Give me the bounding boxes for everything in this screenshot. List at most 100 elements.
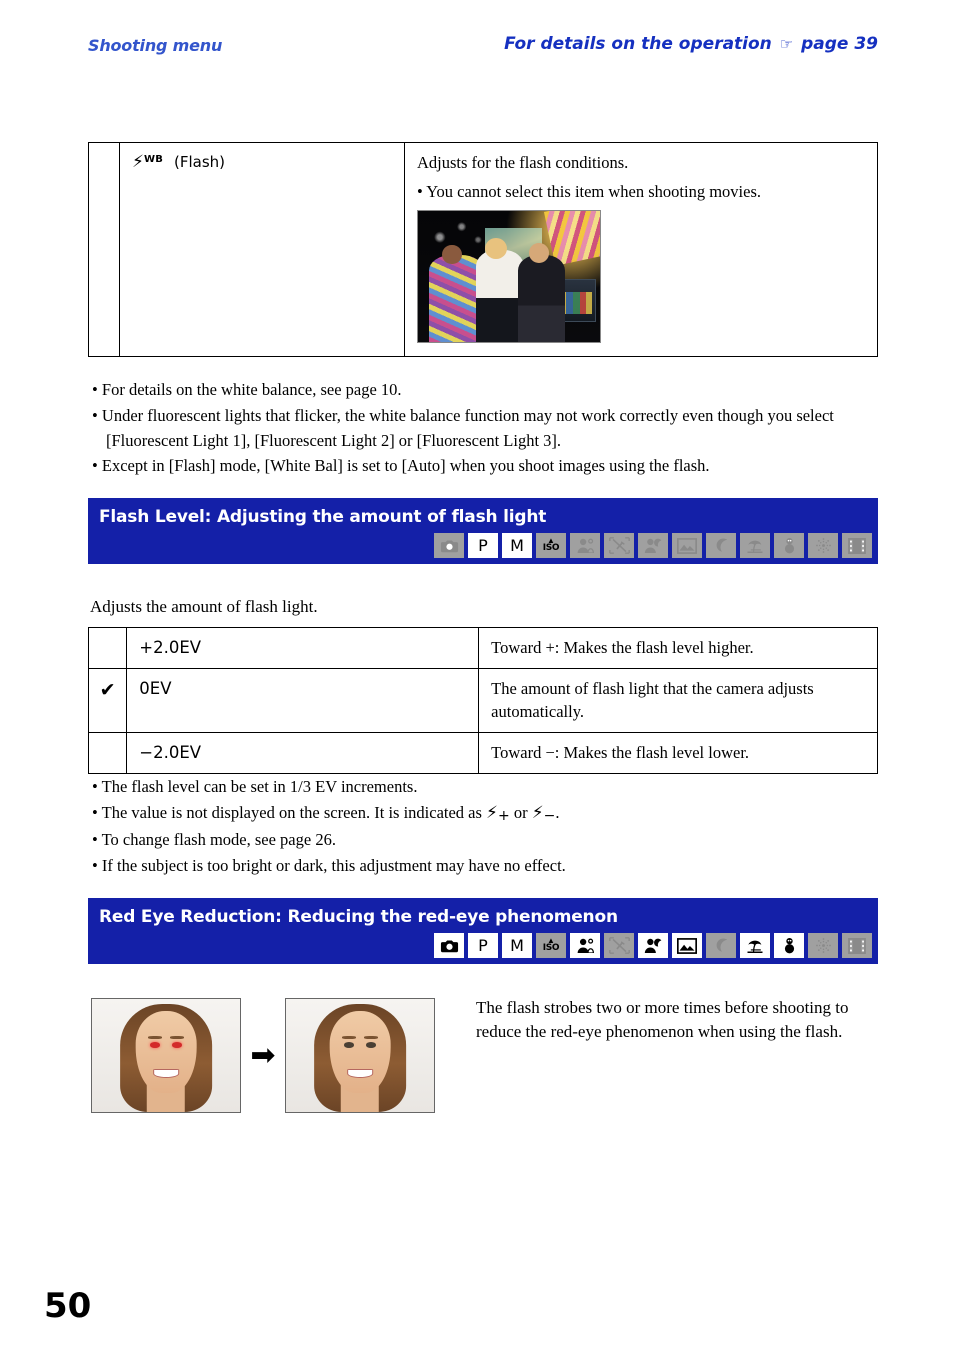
option-description-cell: Toward +: Makes the flash level higher. — [478, 626, 878, 670]
mode-icon-twilight-portrait — [638, 533, 668, 558]
red-eye-description: The flash strobes two or more times befo… — [476, 998, 849, 1042]
flash-label-text: (Flash) — [173, 153, 225, 171]
mode-icon-snow — [774, 533, 804, 558]
film-glyph — [848, 937, 866, 954]
normal-eye-left — [343, 1041, 355, 1048]
photo-head-right — [529, 243, 550, 263]
mode-icon-beach — [740, 533, 770, 558]
mode-icon-twilight — [706, 933, 736, 958]
camera-glyph — [440, 539, 459, 553]
photo-face — [135, 1011, 197, 1093]
mode-icon-high-iso: ▲ ISO — [536, 933, 566, 958]
flash-minus-icon: ⚡ — [531, 802, 544, 823]
flash-level-notes: The flash level can be set in 1/3 EV inc… — [92, 775, 792, 879]
mode-icon-program-p: P — [468, 933, 498, 958]
red-eye-left — [149, 1041, 161, 1048]
landscape-glyph — [677, 937, 697, 954]
option-description-cell: Toward −: Makes the flash level lower. — [478, 731, 878, 775]
photo-brow-left — [342, 1036, 356, 1039]
table-row: −2.0EV Toward −: Makes the flash level l… — [87, 731, 878, 775]
note-item: Under fluorescent lights that flicker, t… — [92, 404, 882, 454]
reference-page: page 39 — [801, 34, 878, 54]
note-period: . — [555, 802, 560, 822]
arrow-right-icon: ➡ — [250, 1037, 276, 1073]
flash-level-title: Flash Level: Adjusting the amount of fla… — [99, 507, 547, 527]
note-item: To change flash mode, see page 26. — [92, 828, 792, 853]
option-label-cell: 0EV — [126, 668, 480, 733]
default-marker-cell — [87, 626, 128, 670]
mode-icon-auto-camera — [434, 533, 464, 558]
moon-glyph — [714, 937, 729, 954]
moon-glyph — [714, 537, 729, 554]
option-description-cell: The amount of flash light that the camer… — [478, 668, 878, 733]
person-moon-glyph — [644, 938, 663, 953]
note-item: The flash level can be set in 1/3 EV inc… — [92, 775, 792, 800]
photo-face — [329, 1011, 391, 1093]
mode-icon-movie — [842, 533, 872, 558]
person-moon-glyph — [644, 538, 663, 553]
red-eye-section-banner: Red Eye Reduction: Reducing the red-eye … — [88, 898, 878, 964]
mode-icon-beach — [740, 933, 770, 958]
photo-brow-right — [170, 1036, 184, 1039]
beach-glyph — [745, 938, 765, 954]
snow-glyph — [782, 937, 797, 954]
portrait-red-eye-corrected — [285, 998, 435, 1113]
night-scene-sample-photo — [417, 209, 601, 343]
film-glyph — [848, 537, 866, 554]
landscape-glyph — [677, 537, 697, 554]
photo-brow-right — [364, 1036, 378, 1039]
photo-head-left — [441, 244, 462, 265]
running-head-section: Shooting menu — [88, 36, 223, 55]
mode-icon-program-p: P — [468, 533, 498, 558]
mode-icon-no-flash — [604, 933, 634, 958]
description-line: Adjusts for the flash conditions. — [417, 153, 629, 172]
mode-letter: M — [510, 535, 524, 555]
red-eye-right — [171, 1041, 183, 1048]
page-header: Shooting menu For details on the operati… — [88, 34, 878, 66]
flash-level-table: +2.0EV Toward +: Makes the flash level h… — [87, 626, 878, 775]
option-label-cell: +2.0EV — [126, 626, 480, 670]
flash-wb-label: ⚡WB (Flash) — [132, 152, 394, 172]
table-row: ⚡WB (Flash) Adjusts for the flash condit… — [88, 142, 878, 357]
default-check-icon: ✔ — [99, 679, 116, 702]
option-label-cell: ⚡WB (Flash) — [119, 142, 405, 357]
mode-letter: P — [478, 535, 488, 555]
crossed-glyph — [608, 537, 630, 554]
iso-glyph: ▲ ISO — [542, 536, 560, 553]
default-marker-cell — [87, 731, 128, 775]
wb-superscript: WB — [143, 154, 164, 165]
reference-text: For details on the operation — [504, 34, 772, 54]
note-text: The value is not displayed on the screen… — [101, 802, 487, 822]
crossed-glyph — [608, 937, 630, 954]
mode-icon-twilight — [706, 533, 736, 558]
flash-level-intro: Adjusts the amount of flash light. — [90, 597, 318, 616]
note-conjunction: or — [509, 802, 532, 822]
flash-level-mode-icons: P M ▲ ISO — [88, 531, 878, 564]
mode-icon-manual-m: M — [502, 533, 532, 558]
white-balance-flash-table: ⚡WB (Flash) Adjusts for the flash condit… — [88, 142, 878, 357]
mode-icon-no-flash — [604, 533, 634, 558]
white-balance-notes: For details on the white balance, see pa… — [92, 378, 882, 480]
mode-icon-movie — [842, 933, 872, 958]
fireworks-glyph — [814, 937, 833, 954]
mode-icon-landscape — [672, 533, 702, 558]
beach-glyph — [745, 538, 765, 554]
flash-plus-icon: ⚡ — [486, 802, 498, 823]
fireworks-glyph — [814, 537, 833, 554]
description-bullet: You cannot select this item when shootin… — [417, 181, 867, 203]
table-row: +2.0EV Toward +: Makes the flash level h… — [87, 626, 878, 670]
iso-glyph: ▲ ISO — [542, 936, 560, 953]
red-eye-mode-icons: P M ▲ ISO — [88, 931, 878, 964]
mode-letter: P — [478, 935, 488, 955]
mode-icon-landscape — [672, 933, 702, 958]
page-number: 50 — [44, 1286, 92, 1326]
option-description-cell: Adjusts for the flash conditions. You ca… — [404, 142, 878, 357]
photo-brow-left — [148, 1036, 162, 1039]
flash-bolt-icon: ⚡ — [132, 152, 144, 172]
camera-glyph — [440, 939, 459, 953]
photo-head-center — [485, 238, 508, 259]
note-item: If the subject is too bright or dark, th… — [92, 854, 792, 879]
running-head-reference: For details on the operation ☞ page 39 — [504, 34, 878, 54]
red-eye-title: Red Eye Reduction: Reducing the red-eye … — [99, 907, 618, 927]
flash-plus-sign: + — [497, 807, 510, 824]
